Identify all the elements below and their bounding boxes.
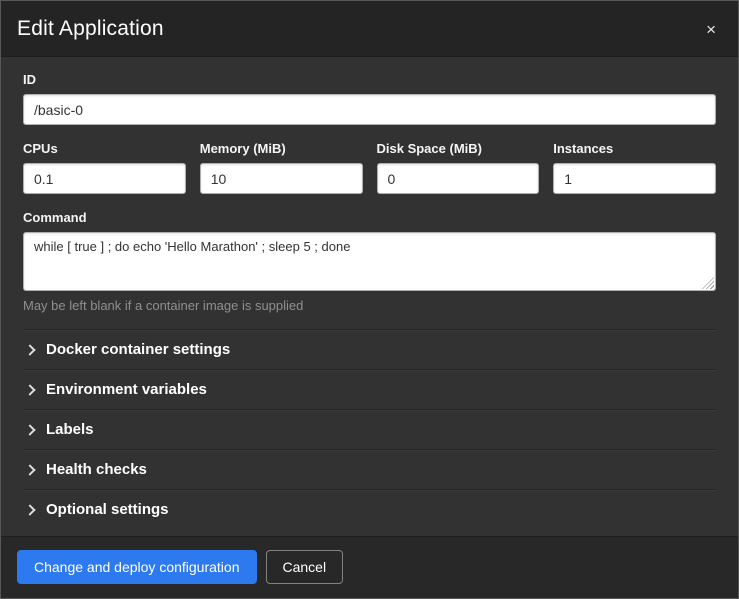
cpus-field-group: CPUs [23, 141, 186, 194]
edit-application-modal: Edit Application × ID CPUs Memory (MiB) … [0, 0, 739, 599]
memory-input[interactable] [200, 163, 363, 194]
section-optional-settings[interactable]: Optional settings [23, 489, 716, 529]
section-label: Health checks [46, 461, 147, 478]
id-label: ID [23, 72, 716, 87]
disk-space-field-group: Disk Space (MiB) [377, 141, 540, 194]
section-labels[interactable]: Labels [23, 409, 716, 449]
id-field-group: ID [23, 72, 716, 125]
section-label: Environment variables [46, 381, 207, 398]
section-label: Optional settings [46, 501, 169, 518]
section-label: Labels [46, 421, 94, 438]
chevron-right-icon [24, 424, 35, 435]
section-docker-container-settings[interactable]: Docker container settings [23, 329, 716, 369]
cpus-label: CPUs [23, 141, 186, 156]
cpus-input[interactable] [23, 163, 186, 194]
modal-title: Edit Application [17, 17, 164, 41]
instances-input[interactable] [553, 163, 716, 194]
collapsible-sections: Docker container settings Environment va… [23, 329, 716, 529]
command-help-text: May be left blank if a container image i… [23, 298, 716, 313]
section-environment-variables[interactable]: Environment variables [23, 369, 716, 409]
disk-space-input[interactable] [377, 163, 540, 194]
modal-header: Edit Application × [1, 1, 738, 57]
modal-body: ID CPUs Memory (MiB) Disk Space (MiB) In… [1, 57, 738, 536]
cancel-button[interactable]: Cancel [266, 550, 344, 584]
modal-footer: Change and deploy configuration Cancel [1, 536, 738, 598]
section-label: Docker container settings [46, 341, 230, 358]
chevron-right-icon [24, 344, 35, 355]
instances-field-group: Instances [553, 141, 716, 194]
id-input[interactable] [23, 94, 716, 125]
section-health-checks[interactable]: Health checks [23, 449, 716, 489]
resources-field-row: CPUs Memory (MiB) Disk Space (MiB) Insta… [23, 141, 716, 194]
close-icon[interactable]: × [706, 17, 716, 38]
change-and-deploy-button[interactable]: Change and deploy configuration [17, 550, 257, 584]
disk-space-label: Disk Space (MiB) [377, 141, 540, 156]
memory-label: Memory (MiB) [200, 141, 363, 156]
chevron-right-icon [24, 464, 35, 475]
command-label: Command [23, 210, 716, 225]
chevron-right-icon [24, 504, 35, 515]
chevron-right-icon [24, 384, 35, 395]
command-textarea-wrap: while [ true ] ; do echo 'Hello Marathon… [23, 232, 716, 291]
memory-field-group: Memory (MiB) [200, 141, 363, 194]
instances-label: Instances [553, 141, 716, 156]
command-field-group: Command while [ true ] ; do echo 'Hello … [23, 210, 716, 313]
command-input[interactable]: while [ true ] ; do echo 'Hello Marathon… [23, 232, 716, 291]
